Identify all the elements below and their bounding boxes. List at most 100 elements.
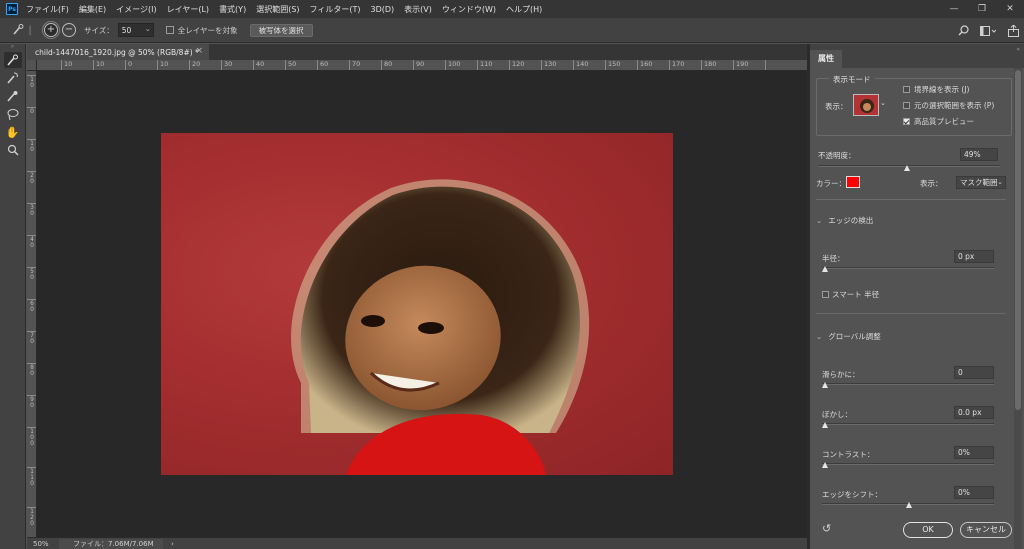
view-mode-dropdown-icon[interactable]: ⌄ [880, 99, 886, 107]
menu-file[interactable]: ファイル(F) [26, 4, 69, 15]
document-tab-title: child-1447016_1920.jpg @ 50% (RGB/8#) * [35, 47, 199, 57]
menu-3d[interactable]: 3D(D) [371, 5, 395, 14]
show-original-label: 元の選択範囲を表示 (P) [914, 101, 995, 110]
zoom-level[interactable]: 50% [27, 540, 51, 548]
size-select[interactable]: 50 ⌄ [117, 23, 154, 37]
show-edges-checkbox[interactable] [903, 86, 910, 93]
minimize-button[interactable]: — [940, 4, 968, 14]
quick-selection-tool-icon[interactable] [3, 52, 22, 68]
menu-edit[interactable]: 編集(E) [79, 4, 106, 15]
high-quality-preview-checkbox[interactable] [903, 118, 910, 125]
ruler-tick: 90 [413, 60, 424, 70]
smooth-slider-track[interactable] [822, 383, 994, 385]
ruler-tick: 110 [477, 60, 492, 70]
radius-label: 半径： [822, 254, 845, 263]
view-mode-thumbnail[interactable] [853, 94, 879, 116]
shift-edge-label: エッジをシフト： [822, 490, 882, 499]
subtract-from-selection-icon[interactable]: − [62, 23, 76, 37]
contrast-slider-track[interactable] [822, 463, 994, 465]
menu-select[interactable]: 選択範囲(S) [256, 4, 299, 15]
ruler-tick: 90 [27, 395, 36, 409]
color-label: カラー： [816, 179, 846, 188]
window-controls: — ❐ ✕ [940, 0, 1024, 18]
select-subject-button[interactable]: 被写体を選択 [249, 23, 313, 37]
feather-slider-knob[interactable] [822, 422, 828, 428]
cancel-button[interactable]: キャンセル [960, 522, 1012, 538]
smooth-label: 滑らかに： [822, 370, 860, 379]
contrast-slider-knob[interactable] [822, 462, 828, 468]
panel-collapse-icon[interactable]: « [1016, 46, 1020, 53]
feather-slider-track[interactable] [822, 423, 994, 425]
menu-type[interactable]: 書式(Y) [219, 4, 246, 15]
zoom-tool-icon[interactable] [4, 142, 22, 158]
brush-tool-icon[interactable] [4, 88, 22, 104]
opacity-field[interactable]: 49% [960, 148, 998, 161]
shift-edge-slider-knob[interactable] [906, 502, 912, 508]
add-to-selection-icon[interactable]: + [42, 21, 60, 39]
ruler-tick: 70 [27, 331, 36, 345]
hand-tool-icon[interactable]: ✋ [4, 124, 22, 140]
document-tab[interactable]: child-1447016_1920.jpg @ 50% (RGB/8#) * … [27, 44, 209, 60]
options-right-icons [952, 18, 1024, 43]
tools-panel: » ✋ [0, 44, 26, 549]
feather-field[interactable]: 0.0 px [954, 406, 994, 419]
options-bar: | + − サイズ： 50 ⌄ 全レイヤーを対象 被写体を選択 [0, 18, 1024, 43]
workspace-icon[interactable] [974, 23, 1002, 39]
close-tab-icon[interactable]: × [195, 46, 203, 56]
reset-icon[interactable]: ↺ [822, 522, 831, 535]
ruler-tick: 160 [637, 60, 652, 70]
sample-all-layers-checkbox[interactable] [165, 26, 174, 34]
display-select[interactable]: マスク範囲 ⌄ [956, 176, 1006, 189]
ruler-tick: 130 [541, 60, 556, 70]
ruler-tick: 0 [125, 60, 132, 70]
smart-radius-checkbox[interactable] [822, 291, 829, 298]
panel-scrollbar[interactable] [1014, 68, 1022, 549]
chevron-down-icon: ⌄ [144, 25, 151, 33]
radius-slider-track[interactable] [822, 267, 994, 269]
status-menu-arrow[interactable]: › [171, 540, 174, 548]
opacity-slider-knob[interactable] [904, 165, 911, 171]
global-refine-header[interactable]: ⌄ グローバル調整 [816, 331, 881, 342]
smooth-slider-knob[interactable] [822, 382, 828, 388]
ok-button[interactable]: OK [903, 522, 953, 538]
tab-properties[interactable]: 属性 [810, 50, 842, 68]
smooth-field[interactable]: 0 [954, 366, 994, 379]
menu-image[interactable]: イメージ(I) [116, 4, 156, 15]
opacity-label: 不透明度： [818, 151, 856, 160]
show-original-checkbox[interactable] [903, 102, 910, 109]
search-icon[interactable] [952, 23, 974, 39]
quick-selection-preset-icon[interactable] [10, 22, 26, 38]
refine-edge-brush-icon[interactable] [4, 70, 22, 86]
photoshop-logo[interactable]: Ps [6, 3, 18, 15]
ruler-origin[interactable] [27, 60, 37, 71]
menu-view[interactable]: 表示(V) [404, 4, 432, 15]
panel-scrollbar-thumb[interactable] [1015, 70, 1021, 410]
ruler-tick: 60 [317, 60, 328, 70]
canvas-area[interactable] [37, 71, 807, 537]
restore-button[interactable]: ❐ [968, 4, 996, 14]
menu-filter[interactable]: フィルター(T) [310, 4, 361, 15]
menu-layer[interactable]: レイヤー(L) [167, 4, 209, 15]
horizontal-ruler[interactable]: 0 10 10 0 10 20 30 40 50 60 70 80 90 100… [37, 60, 807, 71]
menu-help[interactable]: ヘルプ(H) [506, 4, 542, 15]
share-icon[interactable] [1002, 23, 1024, 39]
lasso-tool-icon[interactable] [4, 106, 22, 122]
display-value: マスク範囲 [960, 178, 998, 187]
close-window-button[interactable]: ✕ [996, 4, 1024, 14]
vertical-ruler[interactable]: 10 0 10 20 30 40 50 60 70 80 90 100 110 … [27, 71, 37, 537]
menu-window[interactable]: ウィンドウ(W) [442, 4, 496, 15]
contrast-field[interactable]: 0% [954, 446, 994, 459]
edge-detection-header[interactable]: ⌄ エッジの検出 [816, 215, 873, 226]
ruler-tick: 0 [27, 107, 36, 115]
radius-slider-knob[interactable] [822, 266, 828, 272]
ruler-tick: 10 [157, 60, 168, 70]
document-image[interactable] [161, 133, 673, 475]
radius-field[interactable]: 0 px [954, 250, 994, 263]
status-bar: 50% ファイル：7.06M/7.06M › [27, 537, 807, 549]
document-tab-bar: child-1447016_1920.jpg @ 50% (RGB/8#) * … [27, 44, 807, 60]
overlay-color-swatch[interactable] [846, 176, 860, 188]
shift-edge-field[interactable]: 0% [954, 486, 994, 499]
ruler-tick: 10 [27, 139, 36, 153]
size-label: サイズ： [84, 25, 114, 35]
toolbar-grip-icon[interactable]: » [0, 44, 25, 50]
